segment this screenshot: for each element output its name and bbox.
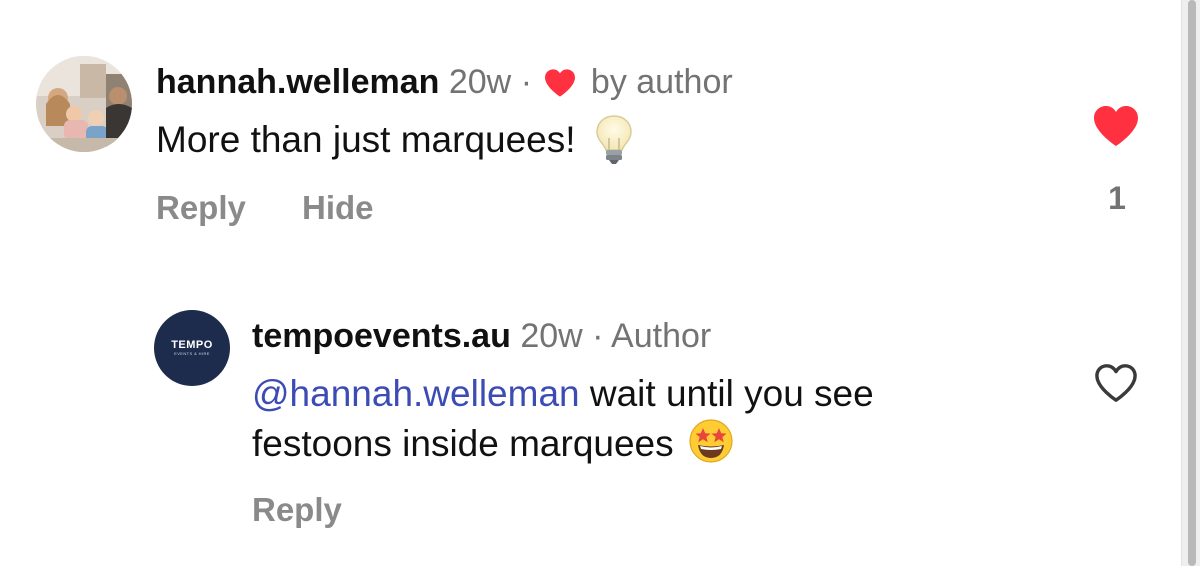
mention-link[interactable]: @hannah.welleman (252, 373, 580, 414)
comment-thread: hannah.welleman 20w · by author More tha… (0, 0, 1200, 566)
reply-button[interactable]: Reply (156, 188, 246, 228)
reply-button[interactable]: Reply (252, 490, 342, 530)
avatar-photo-image (36, 56, 132, 152)
author-label: Author (611, 317, 712, 355)
like-heart-icon[interactable] (1091, 104, 1141, 148)
light-bulb-icon (594, 114, 634, 166)
hide-button[interactable]: Hide (302, 188, 374, 228)
like-count[interactable]: 1 (1100, 180, 1134, 217)
like-heart-outline-icon[interactable] (1093, 362, 1143, 406)
comment-timestamp[interactable]: 20w (449, 63, 511, 101)
comment-username[interactable]: tempoevents.au (252, 317, 511, 355)
meta-separator: · (520, 63, 533, 101)
avatar-logo-text: TEMPO (171, 339, 213, 351)
comment-text: More than just marquees! (156, 119, 576, 160)
comment-meta: hannah.welleman 20w · by author (156, 62, 733, 102)
star-struck-icon (688, 418, 734, 464)
avatar[interactable]: TEMPO EVENTS & HIRE (154, 310, 230, 386)
liked-by-author-heart-icon (543, 67, 577, 97)
scroll-thumb[interactable] (1188, 0, 1196, 566)
comment-timestamp[interactable]: 20w (520, 317, 582, 355)
comment-body: More than just marquees! (156, 114, 634, 166)
scrollbar[interactable] (1181, 0, 1200, 566)
avatar-logo-subtext: EVENTS & HIRE (174, 351, 210, 356)
comment-username[interactable]: hannah.welleman (156, 63, 439, 101)
meta-separator: · (592, 317, 604, 355)
avatar[interactable] (36, 56, 132, 152)
comment-meta: tempoevents.au 20w · Author (252, 316, 711, 356)
liked-by-author-label: by author (590, 63, 733, 101)
comment-body: @hannah.welleman wait until you see fest… (252, 370, 1012, 468)
